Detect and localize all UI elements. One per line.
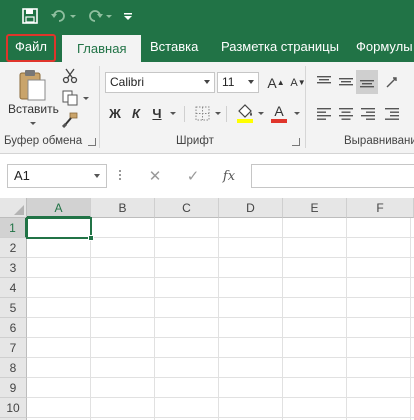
enter-icon[interactable]: ✓ <box>180 164 206 188</box>
select-all-button[interactable] <box>0 198 27 218</box>
align-middle-icon[interactable] <box>336 72 356 92</box>
orientation-icon[interactable] <box>382 72 402 92</box>
copy-icon[interactable] <box>60 88 80 108</box>
redo-icon[interactable] <box>86 6 104 26</box>
quick-access-toolbar <box>0 0 414 32</box>
insert-function-icon[interactable]: fx <box>216 164 242 188</box>
borders-icon[interactable] <box>192 103 212 123</box>
column-header-f[interactable]: F <box>347 198 414 218</box>
align-top-icon[interactable] <box>314 72 334 92</box>
row-header-5[interactable]: 5 <box>0 298 27 318</box>
chevron-down-icon <box>204 80 210 84</box>
file-tab-highlight <box>6 34 56 62</box>
align-center-icon[interactable] <box>336 104 356 124</box>
customize-qat-icon[interactable] <box>122 6 134 26</box>
row-header-1[interactable]: 1 <box>0 218 27 238</box>
row-header-3[interactable]: 3 <box>0 258 27 278</box>
row-header-6[interactable]: 6 <box>0 318 27 338</box>
font-color-icon[interactable]: A <box>268 102 290 124</box>
font-name-select[interactable]: Calibri <box>105 72 215 93</box>
italic-button[interactable]: К <box>127 102 145 124</box>
tab-insert[interactable]: Вставка <box>150 32 198 62</box>
save-icon[interactable] <box>20 6 40 26</box>
font-launcher-icon[interactable] <box>292 138 300 146</box>
column-header-a[interactable]: A <box>27 198 91 218</box>
fill-handle[interactable] <box>88 235 94 241</box>
align-right-icon[interactable] <box>358 104 378 124</box>
group-divider <box>305 66 306 148</box>
tab-formulas[interactable]: Формулы <box>356 32 413 62</box>
cancel-icon[interactable]: ✕ <box>142 164 168 188</box>
format-painter-icon[interactable] <box>60 110 80 130</box>
redo-dropdown-icon[interactable] <box>104 6 114 26</box>
font-group-label: Шрифт <box>176 135 214 147</box>
formula-bar: A1 ✕ ✓ fx <box>0 154 414 198</box>
ribbon-home: Вставить Буфер обмена Calibri 11 A ▲ A ▼ Ж… <box>0 62 414 154</box>
chevron-down-icon <box>94 174 100 178</box>
column-header-d[interactable]: D <box>219 198 283 218</box>
undo-icon[interactable] <box>50 6 68 26</box>
borders-dropdown-icon[interactable] <box>215 112 221 115</box>
font-color-dropdown-icon[interactable] <box>294 112 300 115</box>
clipboard-group-label: Буфер обмена <box>4 135 83 147</box>
fill-color-icon[interactable] <box>234 102 256 124</box>
excel-window: Файл Главная Вставка Разметка страницы Ф… <box>0 0 414 420</box>
column-header-c[interactable]: C <box>155 198 219 218</box>
cell-area[interactable] <box>27 218 414 420</box>
align-left-icon[interactable] <box>314 104 334 124</box>
formula-bar-resize-handle[interactable] <box>118 168 122 184</box>
underline-dropdown-icon[interactable] <box>170 112 176 115</box>
ribbon-tabs: Файл Главная Вставка Разметка страницы Ф… <box>0 32 414 62</box>
bold-button[interactable]: Ж <box>106 102 124 124</box>
row-header-4[interactable]: 4 <box>0 278 27 298</box>
underline-button[interactable]: Ч <box>148 102 166 124</box>
active-cell-a1[interactable] <box>26 217 92 239</box>
row-header-8[interactable]: 8 <box>0 358 27 378</box>
undo-dropdown-icon[interactable] <box>68 6 78 26</box>
paste-icon[interactable] <box>14 68 50 102</box>
formula-input[interactable] <box>251 164 414 188</box>
indent-icon[interactable] <box>382 104 402 124</box>
clipboard-launcher-icon[interactable] <box>88 138 96 146</box>
copy-dropdown-icon[interactable] <box>83 97 89 100</box>
font-size-value: 11 <box>222 75 235 89</box>
name-box[interactable]: A1 <box>7 164 107 188</box>
tab-home[interactable]: Главная <box>62 35 142 62</box>
row-header-2[interactable]: 2 <box>0 238 27 258</box>
tab-page-layout[interactable]: Разметка страницы <box>221 32 339 62</box>
cut-icon[interactable] <box>60 66 80 86</box>
alignment-group-label: Выравнивание <box>344 135 414 147</box>
paste-dropdown-icon[interactable] <box>30 122 36 125</box>
separator <box>226 106 227 122</box>
group-divider <box>99 66 100 148</box>
increase-font-icon[interactable]: A ▲ <box>265 72 287 93</box>
row-header-9[interactable]: 9 <box>0 378 27 398</box>
column-header-e[interactable]: E <box>283 198 347 218</box>
paste-button-label[interactable]: Вставить <box>8 102 59 116</box>
separator <box>184 106 185 122</box>
chevron-down-icon <box>248 80 254 84</box>
svg-text:A: A <box>274 103 284 119</box>
align-bottom-icon[interactable] <box>356 70 378 94</box>
worksheet-grid: A B C D E F 1 2 3 4 5 6 7 8 9 10 11 <box>0 198 414 420</box>
fill-color-dropdown-icon[interactable] <box>258 112 264 115</box>
select-all-triangle <box>14 205 24 215</box>
row-header-7[interactable]: 7 <box>0 338 27 358</box>
name-box-value: A1 <box>14 168 30 183</box>
row-header-10[interactable]: 10 <box>0 398 27 418</box>
column-header-b[interactable]: B <box>91 198 155 218</box>
font-name-value: Calibri <box>110 75 145 89</box>
font-size-select[interactable]: 11 <box>217 72 259 93</box>
